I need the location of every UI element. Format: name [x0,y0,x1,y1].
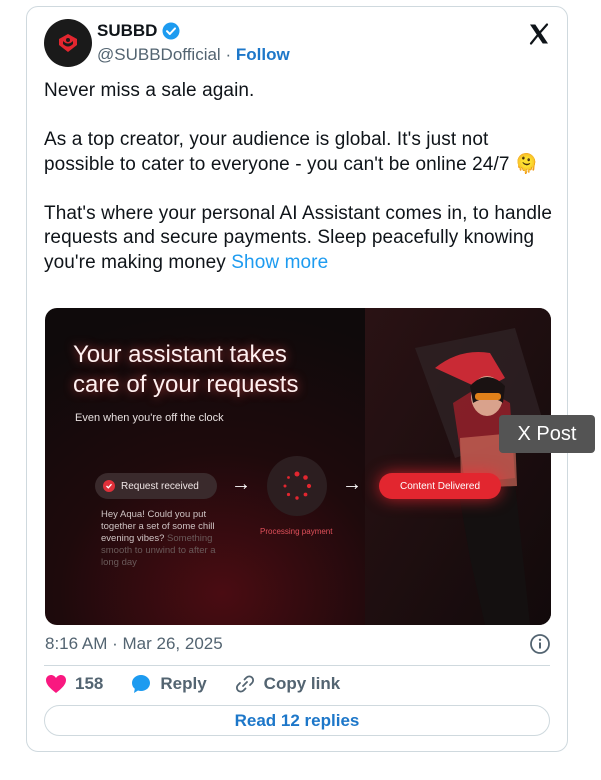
media-headline: Your assistant takes care of your reques… [73,341,299,398]
tweet-paragraph: Never miss a sale again. [44,80,255,101]
request-received-pill: Request received [95,473,217,499]
media-image[interactable]: Your assistant takes care of your reques… [45,308,551,625]
tweet-timestamp[interactable]: 8:16 AM · Mar 26, 2025 [45,634,223,654]
content-delivered-pill: Content Delivered [379,473,501,499]
handle-separator: · [225,45,232,64]
tweet-date: Mar 26, 2025 [122,634,223,653]
request-message: Hey Aqua! Could you put together a set o… [101,509,216,568]
tweet-actions: 158 Reply Copy link [45,673,367,695]
divider [44,665,550,666]
subbd-logo-icon [59,34,77,52]
tweet-paragraph: As a top creator, your audience is globa… [44,129,539,175]
author-handle-row: @SUBBDofficial · Follow [97,45,290,65]
author-handle[interactable]: @SUBBDofficial [97,45,221,64]
heart-icon [46,675,66,693]
follow-link[interactable]: Follow [236,45,290,64]
tweet-card: SUBBD @SUBBDofficial · Follow Never miss… [26,6,568,752]
read-replies-button[interactable]: Read 12 replies [44,705,550,736]
copy-link-button[interactable]: Copy link [234,673,341,695]
model-photo [365,308,551,625]
arrow-right-icon: → [342,473,362,495]
reply-bubble-icon [132,675,151,693]
like-count: 158 [75,674,104,693]
x-logo-icon[interactable] [527,22,551,46]
reply-label: Reply [160,674,207,693]
media-subhead: Even when you're off the clock [75,412,224,424]
check-icon [103,480,115,492]
reply-button[interactable]: Reply [130,673,207,695]
like-button[interactable]: 158 [45,674,103,694]
avatar[interactable] [44,19,92,67]
info-icon[interactable] [529,633,551,655]
verified-badge-icon [162,22,180,40]
link-icon [235,675,254,693]
processing-spinner-icon [267,456,327,516]
tweet-text: Never miss a sale again. As a top creato… [44,79,559,275]
show-more-link[interactable]: Show more [231,252,328,273]
timestamp-separator: · [112,634,118,653]
author-name[interactable]: SUBBD [97,21,157,41]
processing-label: Processing payment [260,527,333,536]
copy-link-label: Copy link [263,674,341,693]
tweet-time: 8:16 AM [45,634,108,653]
request-received-label: Request received [121,480,199,492]
arrow-right-icon: → [231,473,251,495]
x-post-tooltip: X Post [499,415,595,453]
